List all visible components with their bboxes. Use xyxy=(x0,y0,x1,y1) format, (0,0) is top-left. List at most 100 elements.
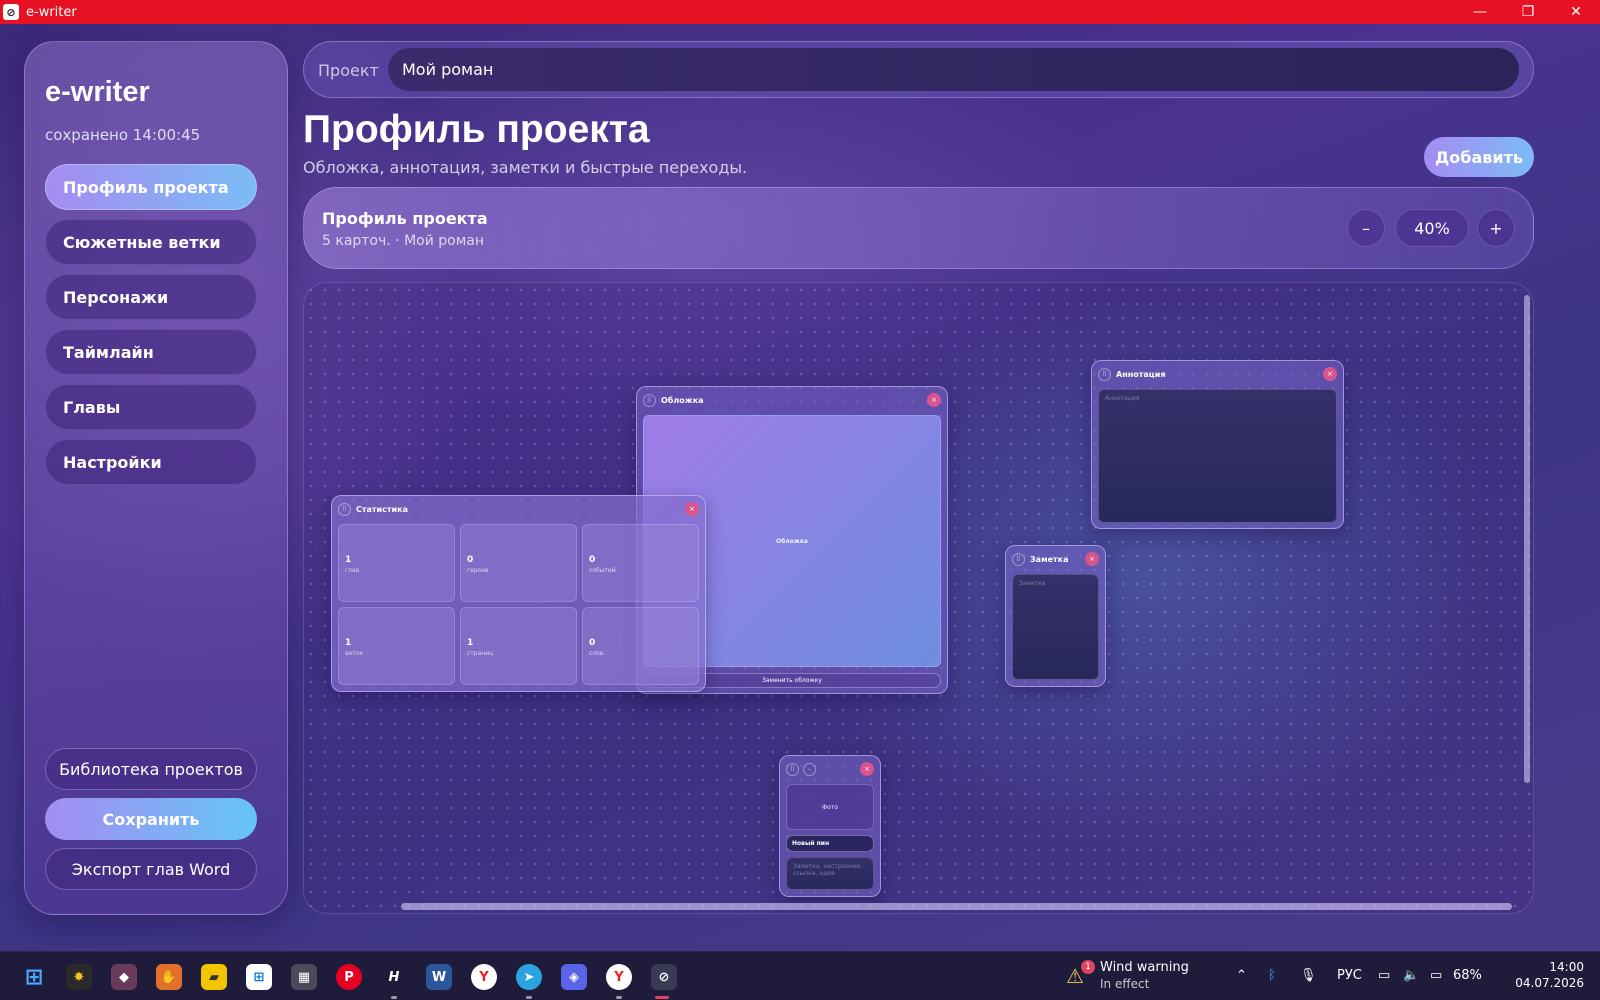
card-header[interactable]: ⠿ Обложка xyxy=(637,387,947,413)
card-title: Заметка xyxy=(1030,554,1069,564)
yandex-icon[interactable]: Y xyxy=(471,964,497,990)
stats-card[interactable]: ⠿ Статистика × 1 глав 0 героев 0 событий 1 в… xyxy=(331,495,706,692)
stat-value: 0 xyxy=(467,555,474,565)
battery-icon[interactable]: ▭ xyxy=(1430,968,1442,983)
sidebar-item-timeline[interactable]: Таймлайн xyxy=(45,329,257,375)
microphone-icon[interactable]: 🎙 xyxy=(1300,968,1317,983)
network-icon[interactable]: ▭ xyxy=(1378,968,1390,983)
brand-title: e-writer xyxy=(45,76,150,108)
active-indicator xyxy=(655,996,669,999)
pin-photo-label: Фото xyxy=(821,803,838,811)
stat-value: 1 xyxy=(345,555,352,565)
media-app-icon[interactable]: ✸ xyxy=(66,964,92,990)
close-button[interactable]: ✕ xyxy=(1552,0,1600,24)
e-writer-taskbar-icon[interactable]: ⊘ xyxy=(651,964,677,990)
bluetooth-icon[interactable]: ᛒ xyxy=(1268,968,1276,983)
restore-button[interactable]: ❐ xyxy=(1504,0,1552,24)
zoom-in-button[interactable]: + xyxy=(1477,209,1515,247)
project-name-input[interactable] xyxy=(388,48,1519,91)
save-status: сохранено 14:00:45 xyxy=(45,126,201,144)
project-library-button[interactable]: Библиотека проектов xyxy=(45,748,257,790)
pin-name-input[interactable]: Новый пин xyxy=(786,835,874,852)
card-title: Статистика xyxy=(356,504,408,514)
pinterest-icon[interactable]: P xyxy=(336,964,362,990)
word-icon[interactable]: W xyxy=(426,964,452,990)
sidebar-item-settings[interactable]: Настройки xyxy=(45,439,257,485)
stat-value: 1 xyxy=(345,638,352,648)
minimize-icon[interactable]: – xyxy=(803,762,816,776)
close-icon[interactable]: × xyxy=(1323,367,1337,381)
minimize-button[interactable]: — xyxy=(1456,0,1504,24)
sticky-notes-icon[interactable]: ▰ xyxy=(201,964,227,990)
drag-handle-icon[interactable]: ⠿ xyxy=(1098,367,1111,381)
stat-value: 0 xyxy=(589,555,596,565)
canvas-board[interactable]: ⠿ Обложка × Обложка Заменить обложку ⠿ С… xyxy=(303,282,1534,914)
drag-handle-icon[interactable]: ⠿ xyxy=(786,762,799,776)
card-title: Аннотация xyxy=(1116,369,1166,379)
h-app-icon[interactable]: H xyxy=(381,964,407,990)
card-header[interactable]: ⠿ Статистика xyxy=(332,496,705,522)
sidebar-nav: Профиль проекта Сюжетные ветки Персонажи… xyxy=(45,164,257,494)
sidebar-item-characters[interactable]: Персонажи xyxy=(45,274,257,320)
clock-date: 04.07.2026 xyxy=(1515,976,1584,990)
drag-handle-icon[interactable]: ⠿ xyxy=(1012,552,1025,566)
taskbar: ⊞ ✸ ◆ ✋ ▰ ⊞ ▦ P H W Y ➤ ◈ Y ⊘ ⚠ 1 Wind w… xyxy=(0,951,1600,1000)
battery-level: 68% xyxy=(1453,968,1482,983)
stat-heroes: 0 героев xyxy=(460,524,577,602)
zoom-level: 40% xyxy=(1395,209,1469,247)
hand-app-icon[interactable]: ✋ xyxy=(156,964,182,990)
sidebar: e-writer сохранено 14:00:45 Профиль прое… xyxy=(24,41,288,915)
stat-label: веток xyxy=(345,650,364,657)
export-word-button[interactable]: Экспорт глав Word xyxy=(45,848,257,890)
yandex-browser-icon[interactable]: Y xyxy=(606,964,632,990)
save-button[interactable]: Сохранить xyxy=(45,798,257,840)
sidebar-item-chapters[interactable]: Главы xyxy=(45,384,257,430)
language-indicator[interactable]: РУС xyxy=(1337,968,1362,983)
sidebar-item-label: Профиль проекта xyxy=(63,177,229,197)
vertical-scrollbar[interactable] xyxy=(1524,295,1530,783)
calculator-icon[interactable]: ▦ xyxy=(291,964,317,990)
card-header[interactable]: ⠿ Аннотация xyxy=(1092,361,1343,387)
app-root: e-writer сохранено 14:00:45 Профиль прое… xyxy=(0,24,1600,951)
pin-photo[interactable]: Фото xyxy=(786,784,874,830)
clock[interactable]: 14:00 04.07.2026 xyxy=(1490,960,1584,990)
stat-value: 0 xyxy=(589,638,596,648)
close-icon[interactable]: × xyxy=(860,762,874,776)
canvas-header: Профиль проекта 5 карточ. · Мой роман – … xyxy=(303,187,1534,269)
stat-branches: 1 веток xyxy=(338,607,455,685)
windows-start-icon[interactable]: ⊞ xyxy=(21,964,47,990)
annotation-placeholder: Аннотация xyxy=(1105,395,1140,402)
sidebar-item-label: Сюжетные ветки xyxy=(63,232,221,252)
stat-value: 1 xyxy=(467,638,474,648)
running-indicator xyxy=(391,996,397,999)
sidebar-item-profile[interactable]: Профиль проекта xyxy=(45,164,257,210)
telegram-icon[interactable]: ➤ xyxy=(516,964,542,990)
running-indicator xyxy=(526,996,532,999)
close-icon[interactable]: × xyxy=(685,502,699,516)
volume-icon[interactable]: 🔈 xyxy=(1403,968,1419,983)
annotation-textarea[interactable]: Аннотация xyxy=(1098,389,1337,523)
note-textarea[interactable]: Заметка xyxy=(1012,574,1099,680)
drag-handle-icon[interactable]: ⠿ xyxy=(338,502,351,516)
stat-words: 0 слов xyxy=(582,607,699,685)
close-icon[interactable]: × xyxy=(1085,552,1099,566)
stat-pages: 1 страниц xyxy=(460,607,577,685)
pin-card[interactable]: ⠿ – × Фото Новый пин Заметка, настроение… xyxy=(779,755,881,897)
sidebar-item-label: Главы xyxy=(63,397,121,417)
note-card[interactable]: ⠿ Заметка × Заметка xyxy=(1005,545,1106,687)
sidebar-item-plotlines[interactable]: Сюжетные ветки xyxy=(45,219,257,265)
app-icon-blue[interactable]: ◈ xyxy=(561,964,587,990)
stats-grid: 1 глав 0 героев 0 событий 1 веток 1 страниц 0… xyxy=(338,524,699,685)
game-app-icon[interactable]: ◆ xyxy=(111,964,137,990)
zoom-out-button[interactable]: – xyxy=(1347,209,1385,247)
drag-handle-icon[interactable]: ⠿ xyxy=(643,393,656,407)
pin-note-textarea[interactable]: Заметка, настроение, ссылка, идея xyxy=(786,857,874,890)
annotation-card[interactable]: ⠿ Аннотация × Аннотация xyxy=(1091,360,1344,529)
cover-placeholder: Обложка xyxy=(776,537,808,545)
stat-label: событий xyxy=(589,567,616,574)
store-icon[interactable]: ⊞ xyxy=(246,964,272,990)
chevron-up-icon[interactable]: ⌃ xyxy=(1236,968,1247,983)
add-card-button[interactable]: Добавить xyxy=(1424,137,1534,177)
close-icon[interactable]: × xyxy=(927,393,941,407)
horizontal-scrollbar[interactable] xyxy=(401,903,1512,910)
